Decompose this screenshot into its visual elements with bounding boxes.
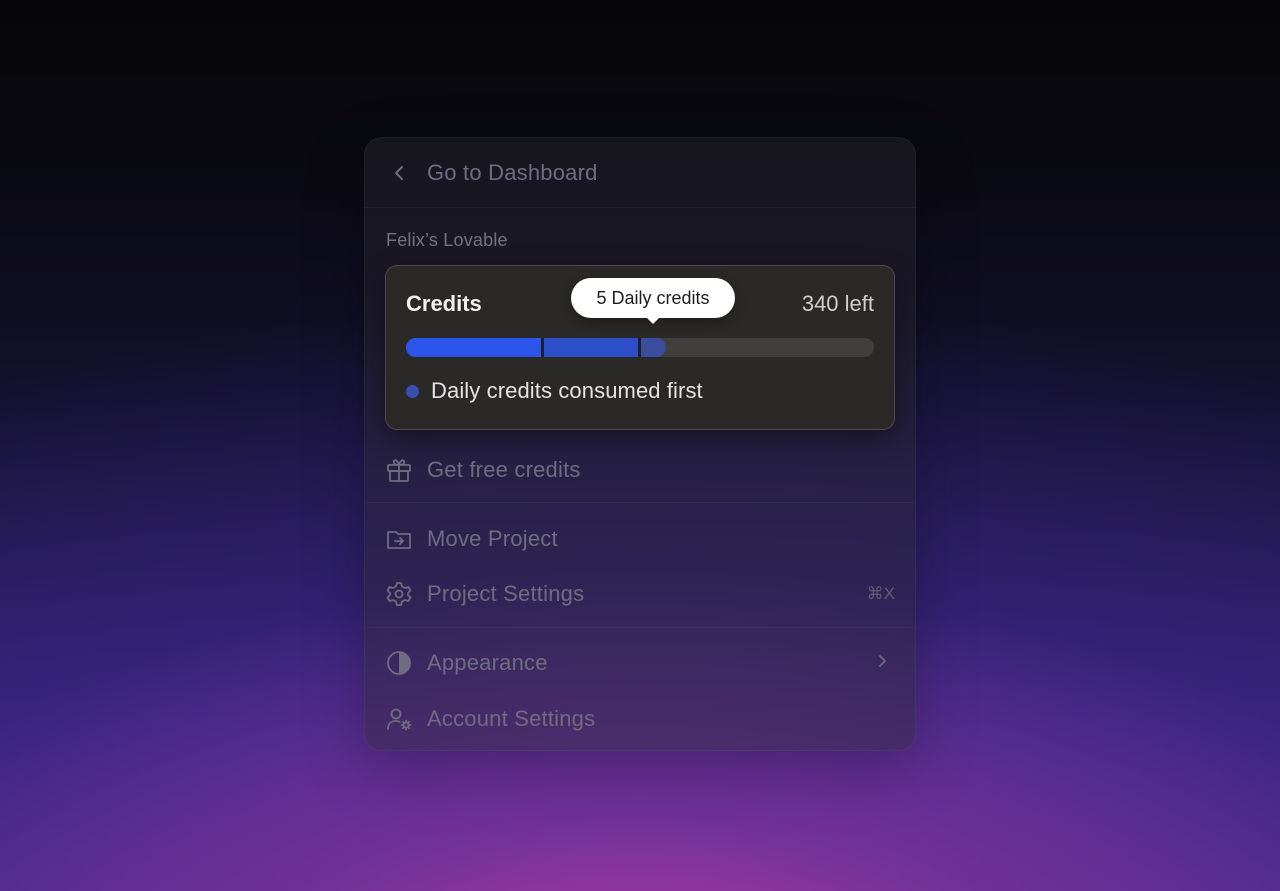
move-project-item[interactable]: Move Project bbox=[385, 519, 895, 559]
legend-dot bbox=[406, 384, 419, 398]
credits-legend: Daily credits consumed first bbox=[406, 378, 703, 404]
half-circle-icon bbox=[385, 649, 413, 677]
tooltip-arrow bbox=[645, 316, 661, 324]
gear-icon bbox=[385, 580, 413, 608]
appearance-label: Appearance bbox=[427, 650, 548, 675]
divider bbox=[365, 627, 915, 628]
user-settings-icon bbox=[385, 705, 413, 733]
credits-remaining: 340 left bbox=[801, 291, 874, 316]
project-menu: Go to Dashboard Felix’s Lovable Credits … bbox=[364, 137, 916, 751]
get-free-credits-item[interactable]: Get free credits bbox=[385, 450, 895, 490]
account-settings-label: Account Settings bbox=[427, 706, 596, 731]
chevron-right-icon bbox=[875, 653, 889, 674]
project-settings-label: Project Settings bbox=[427, 581, 585, 606]
daily-credits-tooltip: 5 Daily credits bbox=[571, 278, 735, 318]
move-project-label: Move Project bbox=[427, 526, 558, 551]
project-settings-item[interactable]: Project Settings ⌘X bbox=[385, 574, 895, 614]
gift-icon bbox=[385, 456, 413, 484]
chevron-left-icon bbox=[385, 159, 413, 187]
progress-segment-rollover bbox=[544, 338, 638, 357]
workspace-name: Felix’s Lovable bbox=[386, 230, 508, 250]
appearance-item[interactable]: Appearance bbox=[385, 643, 895, 683]
account-settings-item[interactable]: Account Settings bbox=[385, 699, 895, 739]
divider bbox=[365, 502, 915, 503]
project-settings-shortcut: ⌘X bbox=[866, 584, 895, 603]
credits-card: Credits 340 left 5 Daily credits Daily c… bbox=[385, 265, 895, 430]
credits-progress-bar[interactable] bbox=[406, 338, 874, 357]
progress-segment-monthly bbox=[406, 338, 541, 357]
credits-title: Credits bbox=[406, 291, 482, 316]
go-to-dashboard-item[interactable]: Go to Dashboard bbox=[385, 153, 895, 193]
go-to-dashboard-label: Go to Dashboard bbox=[427, 160, 598, 185]
divider bbox=[365, 207, 915, 208]
folder-move-icon bbox=[385, 525, 413, 553]
get-free-credits-label: Get free credits bbox=[427, 457, 581, 482]
progress-segment-daily bbox=[641, 338, 666, 357]
legend-text: Daily credits consumed first bbox=[431, 378, 703, 403]
